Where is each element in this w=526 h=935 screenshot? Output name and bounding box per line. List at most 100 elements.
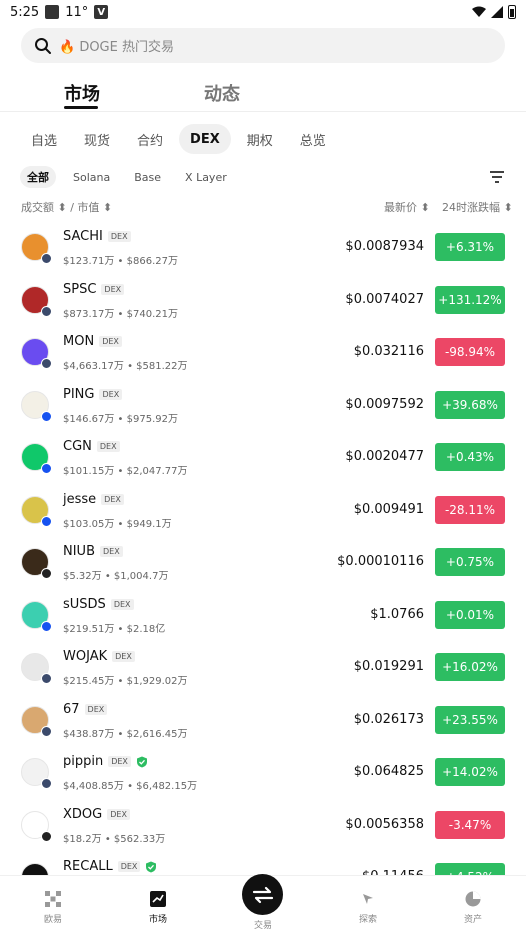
verified-shield-icon — [146, 861, 157, 872]
subtab-options[interactable]: 期权 — [236, 124, 284, 154]
token-volume-mcap: $4,408.85万 • $6,482.15万 — [63, 781, 198, 792]
token-row[interactable]: WOJAK DEX $215.45万 • $1,929.02万 $0.01929… — [0, 641, 526, 694]
token-volume: $873.17万 — [63, 308, 115, 320]
token-name: WOJAK — [63, 649, 108, 664]
nav-label-okx: 欧易 — [43, 915, 62, 925]
token-change-badge[interactable]: +23.55% — [435, 705, 505, 734]
token-row[interactable]: PING DEX $146.67万 • $975.92万 $0.0097592 … — [0, 379, 526, 432]
nav-okx[interactable]: 欧易 — [23, 890, 83, 925]
token-avatar — [21, 390, 52, 422]
chart-icon — [150, 891, 166, 907]
token-avatar — [21, 548, 52, 579]
token-row[interactable]: 67 DEX $438.87万 • $2,616.45万 $0.026173 +… — [0, 694, 526, 747]
chain-solana[interactable]: Solana — [66, 166, 117, 188]
pie-chart-icon — [465, 891, 481, 907]
token-volume: $101.15万 — [63, 466, 115, 477]
chain-all[interactable]: 全部 — [20, 166, 56, 188]
chain-base[interactable]: Base — [127, 166, 168, 188]
token-row[interactable]: CGN DEX $101.15万 • $2,047.77万 $0.0020477… — [0, 431, 526, 484]
filter-icon[interactable] — [489, 170, 505, 184]
token-row[interactable]: pippin DEX $4,408.85万 • $6,482.15万 $0.06… — [0, 746, 526, 799]
subtab-futures[interactable]: 合约 — [126, 124, 174, 154]
dex-tag: DEX — [100, 546, 123, 557]
token-change-badge[interactable]: -28.11% — [435, 495, 505, 524]
subtab-favorites[interactable]: 自选 — [20, 124, 68, 154]
chain-badge-icon — [41, 673, 52, 684]
token-name-line: SPSC DEX — [63, 281, 125, 297]
v-notification-icon: V — [94, 5, 109, 19]
token-volume-mcap: $438.87万 • $2,616.45万 — [63, 728, 188, 740]
token-row[interactable]: SPSC DEX $873.17万 • $740.21万 $0.0074027 … — [0, 274, 526, 327]
chain-badge-icon — [41, 725, 52, 737]
token-price: $0.019291 — [353, 659, 424, 674]
token-change-badge[interactable]: +16.02% — [435, 653, 505, 681]
battery-icon — [508, 5, 516, 19]
sort-volume-mcap[interactable]: 成交额 ⬍ / 市值 ⬍ — [21, 199, 112, 215]
token-row[interactable]: sUSDS DEX $219.51万 • $2.18亿 $1.0766 +0.0… — [0, 589, 526, 642]
token-change-badge[interactable]: -98.94% — [435, 338, 505, 366]
token-price: $0.0087934 — [345, 239, 424, 254]
chain-badge-icon — [41, 410, 52, 422]
dex-tag: DEX — [96, 441, 120, 452]
trade-button[interactable] — [242, 874, 283, 915]
status-bar: 5:25 11° V — [0, 0, 526, 24]
token-mcap: $581.22万 — [136, 361, 188, 372]
token-row[interactable]: MON DEX $4,663.17万 • $581.22万 $0.032116 … — [0, 326, 526, 379]
token-volume-mcap: $103.05万 • $949.1万 — [63, 518, 172, 530]
tab-feed[interactable]: 动态 — [204, 80, 240, 106]
token-change-badge[interactable]: +0.75% — [435, 548, 505, 576]
token-name: 67 — [63, 701, 80, 717]
nav-assets[interactable]: 资产 — [443, 890, 503, 925]
token-avatar — [21, 495, 52, 527]
token-change-badge[interactable]: +0.01% — [435, 600, 505, 629]
tab-underline — [64, 106, 98, 109]
token-change-badge[interactable]: +6.31% — [435, 233, 505, 261]
token-volume-mcap: $219.51万 • $2.18亿 — [63, 623, 166, 635]
token-name-line: SACHI DEX — [63, 229, 131, 244]
token-row[interactable]: XDOG DEX $18.2万 • $562.33万 $0.0056358 -3… — [0, 799, 526, 852]
token-price: $0.0074027 — [345, 291, 424, 307]
token-mcap: $975.92万 — [126, 413, 178, 425]
subtab-dex[interactable]: DEX — [179, 124, 231, 154]
subtab-overview[interactable]: 总览 — [289, 124, 337, 154]
sort-price[interactable]: 最新价 ⬍ — [384, 199, 430, 215]
nav-trade[interactable]: 交易 — [233, 918, 293, 931]
tab-market[interactable]: 市场 — [64, 80, 100, 106]
nav-label-market: 市场 — [148, 915, 167, 925]
token-change-badge[interactable]: +14.02% — [435, 758, 505, 786]
search-icon — [35, 37, 51, 54]
sort-change[interactable]: 24时涨跌幅 ⬍ — [442, 199, 513, 215]
token-change-badge[interactable]: +131.12% — [435, 285, 505, 314]
token-row[interactable]: NIUB DEX $5.32万 • $1,004.7万 $0.00010116 … — [0, 536, 526, 589]
token-avatar — [21, 758, 52, 789]
chain-badge-icon — [41, 305, 52, 317]
chain-badge-icon — [41, 463, 52, 474]
token-name: SPSC — [63, 281, 97, 297]
token-name: sUSDS — [63, 596, 106, 612]
token-change-badge[interactable]: +39.68% — [435, 390, 505, 419]
token-price: $0.0097592 — [345, 396, 424, 412]
token-mcap: $2,616.45万 — [126, 728, 188, 740]
token-name: pippin — [63, 754, 104, 769]
token-row[interactable]: SACHI DEX $123.71万 • $866.27万 $0.0087934… — [0, 221, 526, 274]
nav-explore[interactable]: 探索 — [338, 890, 398, 925]
dex-tag: DEX — [110, 598, 134, 610]
token-row[interactable]: jesse DEX $103.05万 • $949.1万 $0.009491 -… — [0, 484, 526, 537]
token-mcap: $866.27万 — [126, 256, 178, 267]
app-notification-icon — [45, 5, 60, 19]
token-name: XDOG — [63, 806, 103, 822]
token-change-badge[interactable]: -3.47% — [435, 810, 505, 839]
chain-badge-icon — [41, 253, 52, 264]
status-temp: 11° — [65, 4, 89, 20]
nav-market[interactable]: 市场 — [128, 890, 188, 925]
token-name: MON — [63, 334, 95, 349]
token-name-line: MON DEX — [63, 334, 122, 349]
token-name: PING — [63, 386, 95, 402]
token-price: $0.009491 — [353, 501, 424, 517]
search-bar[interactable]: 🔥 DOGE 热门交易 — [21, 28, 505, 63]
chain-xlayer[interactable]: X Layer — [178, 166, 234, 188]
token-mcap: $1,004.7万 — [113, 571, 169, 582]
token-change-badge[interactable]: +0.43% — [435, 443, 505, 471]
subtab-spot[interactable]: 现货 — [73, 124, 121, 154]
nav-label-assets: 资产 — [463, 915, 482, 925]
